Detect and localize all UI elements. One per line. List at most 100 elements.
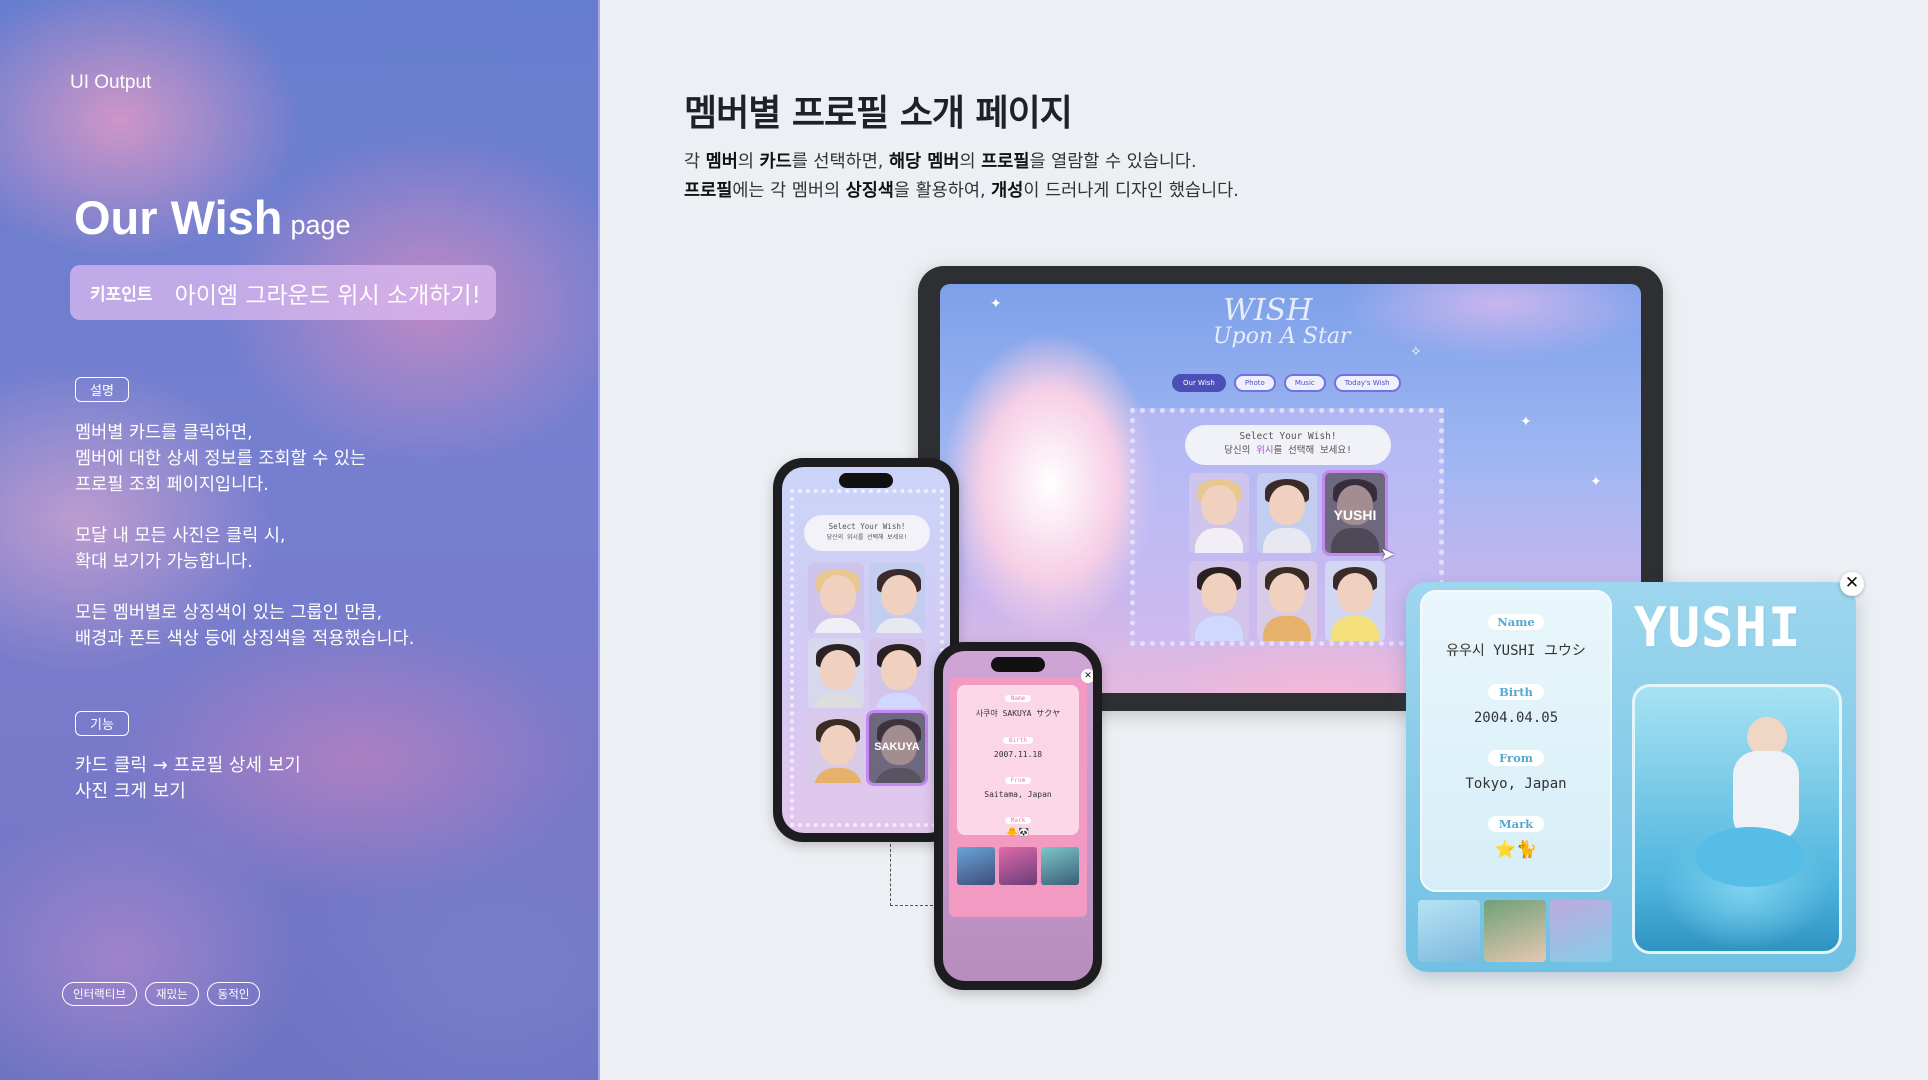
mark-label: Mark: [1004, 817, 1032, 824]
name-value: 유우시 YUSHI ユウシ: [1446, 643, 1586, 659]
keypoint-banner: 키포인트 아이엠 그라운드 위시 소개하기!: [70, 265, 496, 320]
member-card[interactable]: [869, 638, 925, 708]
profile-modal-yushi: ✕ Name 유우시 YUSHI ユウシ Birth 2004.04.05 Fr…: [1406, 572, 1864, 972]
main-heading: 멤버별 프로필 소개 페이지: [684, 93, 1073, 134]
profile-photo[interactable]: [1632, 684, 1842, 954]
member-card[interactable]: [1257, 473, 1317, 553]
feature-line: 사진 크게 보기: [75, 781, 186, 802]
wish-logo-line1: WISH: [1223, 293, 1313, 328]
birth-value: 2004.04.05: [1473, 710, 1559, 726]
member-card[interactable]: [1257, 561, 1317, 641]
from-value: Saitama, Japan: [984, 790, 1052, 799]
member-card[interactable]: [1189, 473, 1249, 553]
mark-value: 🐥🐼: [1006, 828, 1030, 838]
intro-line-1: 각 멤버의 카드를 선택하면, 해당 멤버의 프로필을 열람할 수 있습니다.: [684, 148, 1239, 177]
desc-line: 프로필 조회 페이지입니다.: [75, 475, 269, 495]
member-select-panel: Select Your Wish! 당신의 위시를 선택해 보세요! YUSHI: [1130, 408, 1444, 646]
keyword-chips: 인터랙티브 재밌는 동적인: [62, 982, 261, 1006]
select-bubble: Select Your Wish! 당신의 위시를 선택해 보세요!: [804, 515, 930, 551]
phone-mockup-profile: ✕ Name 사쿠야 SAKUYA サクヤ Birth 2007.11.18 F…: [934, 642, 1102, 990]
birth-label: Birth: [1488, 684, 1544, 700]
nav-todays-wish[interactable]: Today's Wish: [1333, 374, 1401, 392]
photo-thumbnail[interactable]: [1484, 900, 1546, 962]
member-card[interactable]: [808, 713, 864, 783]
member-card-grid: YUSHI: [1189, 470, 1388, 641]
birth-label: Birth: [1002, 737, 1034, 744]
member-card[interactable]: [808, 638, 864, 708]
intro-text-segment: 의: [737, 152, 760, 172]
sparkle-icon: ✦: [1590, 474, 1602, 490]
desc-line: 배경과 폰트 색상 등에 상징색을 적용했습니다.: [75, 629, 415, 649]
feature-list: 카드 클릭 → 프로필 상세 보기 사진 크게 보기: [75, 753, 301, 805]
member-card-yushi[interactable]: YUSHI: [1322, 470, 1388, 556]
mark-label: Mark: [1488, 816, 1544, 832]
member-card[interactable]: [1325, 561, 1385, 641]
intro-text-segment: 각: [684, 152, 706, 172]
tablet-nav: Our Wish Photo Music Today's Wish: [1172, 374, 1401, 392]
description-text: 멤버별 카드를 클릭하면, 멤버에 대한 상세 정보를 조회할 수 있는 프로필…: [75, 420, 545, 677]
photo-thumbnail[interactable]: [1550, 900, 1612, 962]
phone-mockup-select: Select Your Wish! 당신의 위시를 선택해 보세요! SAKUY…: [773, 458, 959, 842]
name-label: Name: [1488, 614, 1544, 630]
photo-thumbnail[interactable]: [999, 847, 1037, 885]
close-button[interactable]: ✕: [1840, 572, 1864, 596]
page-title: Our Wish page: [74, 190, 351, 245]
from-label: From: [1488, 750, 1544, 766]
member-card[interactable]: [808, 563, 864, 633]
feature-tag: 기능: [75, 711, 129, 736]
photo-thumbnail[interactable]: [957, 847, 995, 885]
desc-line: 멤버별 카드를 클릭하면,: [75, 423, 253, 443]
intro-text: 각 멤버의 카드를 선택하면, 해당 멤버의 프로필을 열람할 수 있습니다. …: [684, 148, 1239, 206]
nav-our-wish[interactable]: Our Wish: [1172, 374, 1226, 392]
keyword-chip: 동적인: [206, 982, 261, 1006]
sparkle-icon: ✦: [1520, 414, 1532, 430]
mark-value: ⭐🐈: [1494, 840, 1538, 860]
close-button[interactable]: ✕: [1081, 669, 1093, 683]
intro-bold-text: 상징색: [845, 181, 894, 201]
phone-screen: ✕ Name 사쿠야 SAKUYA サクヤ Birth 2007.11.18 F…: [943, 651, 1093, 981]
intro-text-segment: 을 열람할 수 있습니다.: [1029, 152, 1197, 172]
keyword-chip: 재밌는: [144, 982, 199, 1006]
bubble-en: Select Your Wish!: [828, 522, 906, 531]
intro-text-segment: 를 선택하면,: [791, 152, 889, 172]
intro-line-2: 프로필에는 각 멤버의 상징색을 활용하여, 개성이 드러나게 디자인 했습니다…: [684, 177, 1239, 206]
intro-text-segment: 에는 각 멤버의: [732, 181, 846, 201]
member-card-sakuya[interactable]: SAKUYA: [866, 710, 928, 786]
select-bubble: Select Your Wish! 당신의 위시를 선택해 보세요!: [1185, 425, 1391, 465]
member-name-title: YUSHI: [1634, 596, 1802, 659]
member-card[interactable]: [1189, 561, 1249, 641]
phone-notch: [839, 473, 893, 488]
name-label: Name: [1004, 695, 1032, 702]
from-value: Tokyo, Japan: [1465, 776, 1567, 792]
page-title-main: Our Wish: [74, 191, 283, 244]
card-label: YUSHI: [1333, 507, 1377, 523]
intro-text-segment: 이 드러나게 디자인 했습니다.: [1023, 181, 1239, 201]
bubble-ko: 당신의 위시를 선택해 보세요!: [826, 534, 908, 541]
phone-notch: [991, 657, 1045, 672]
wish-logo-line2: Upon A Star: [1213, 324, 1351, 349]
desc-line: 모든 멤버별로 상징색이 있는 그룹인 만큼,: [75, 603, 383, 623]
intro-bold-text: 프로필: [981, 152, 1030, 172]
keypoint-text: 아이엠 그라운드 위시 소개하기!: [174, 282, 481, 309]
photo-thumbnail[interactable]: [1041, 847, 1079, 885]
desc-line: 확대 보기가 가능합니다.: [75, 552, 253, 572]
description-tag: 설명: [75, 377, 129, 402]
nav-photo[interactable]: Photo: [1233, 374, 1276, 392]
intro-bold-text: 개성: [991, 181, 1024, 201]
intro-bold-text: 카드: [759, 152, 792, 172]
photo-thumbnail[interactable]: [1418, 900, 1480, 962]
photo-figure: [1695, 827, 1805, 887]
page-title-sub: page: [290, 210, 351, 240]
intro-text-segment: 의: [959, 152, 982, 172]
cursor-icon: ➤: [1380, 544, 1396, 565]
keyword-chip: 인터랙티브: [62, 982, 137, 1006]
nav-music[interactable]: Music: [1283, 374, 1326, 392]
photo-thumbnails: [1418, 900, 1612, 962]
birth-value: 2007.11.18: [993, 750, 1043, 759]
sparkle-icon: ✦: [990, 296, 1002, 312]
phone-screen: Select Your Wish! 당신의 위시를 선택해 보세요! SAKUY…: [782, 467, 950, 833]
left-info-panel: UI Output Our Wish page 키포인트 아이엠 그라운드 위시 …: [0, 0, 600, 1080]
member-card[interactable]: [869, 563, 925, 633]
bubble-en: Select Your Wish!: [1239, 431, 1337, 442]
intro-text-segment: 을 활용하여,: [893, 181, 992, 201]
